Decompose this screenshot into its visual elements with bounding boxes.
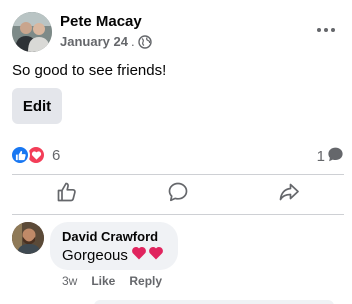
dot-icon [331, 28, 335, 32]
heart-icon [131, 245, 147, 267]
post-meta: January 24 . [60, 34, 152, 49]
post-actions-bar [12, 175, 344, 214]
reactions-summary[interactable]: 6 [10, 145, 60, 165]
comment-icon [167, 181, 189, 208]
comment-time[interactable]: 3w [62, 274, 77, 288]
comment-like-button[interactable]: Like [91, 274, 115, 288]
like-icon [10, 145, 30, 165]
dot-icon [324, 28, 328, 32]
divider [12, 214, 344, 215]
comment-text-value: Gorgeous [62, 247, 128, 264]
post-date[interactable]: January 24 [60, 34, 128, 49]
more-options-button[interactable] [314, 20, 338, 40]
commenter-avatar[interactable] [12, 222, 44, 254]
comment-reply-button[interactable]: Reply [129, 274, 162, 288]
like-button[interactable] [12, 175, 123, 214]
heart-icon [148, 245, 164, 267]
meta-separator: . [130, 34, 135, 49]
comment-count[interactable]: 1 [317, 146, 344, 167]
comment-text: Gorgeous [62, 245, 166, 267]
reaction-count: 6 [52, 146, 61, 164]
post-author-name[interactable]: Pete Macay [60, 13, 142, 30]
edit-button[interactable]: Edit [12, 88, 62, 124]
globe-icon[interactable] [137, 34, 152, 49]
dot-icon [317, 28, 321, 32]
commenter-name[interactable]: David Crawford [62, 229, 166, 245]
post-header: Pete Macay January 24 . [12, 12, 340, 52]
comment-emojis [131, 245, 164, 267]
post-text: So good to see friends! [12, 62, 167, 79]
comment-count-value: 1 [316, 148, 325, 165]
author-avatar[interactable] [12, 12, 52, 52]
speech-bubble-icon [327, 146, 344, 167]
comment-button[interactable] [123, 175, 234, 214]
next-comment-edge [94, 300, 334, 304]
share-icon [278, 181, 300, 208]
like-icon [56, 181, 78, 208]
share-button[interactable] [233, 175, 344, 214]
comment-bubble: David Crawford Gorgeous [50, 222, 178, 270]
comment-actions: 3w Like Reply [62, 274, 162, 288]
